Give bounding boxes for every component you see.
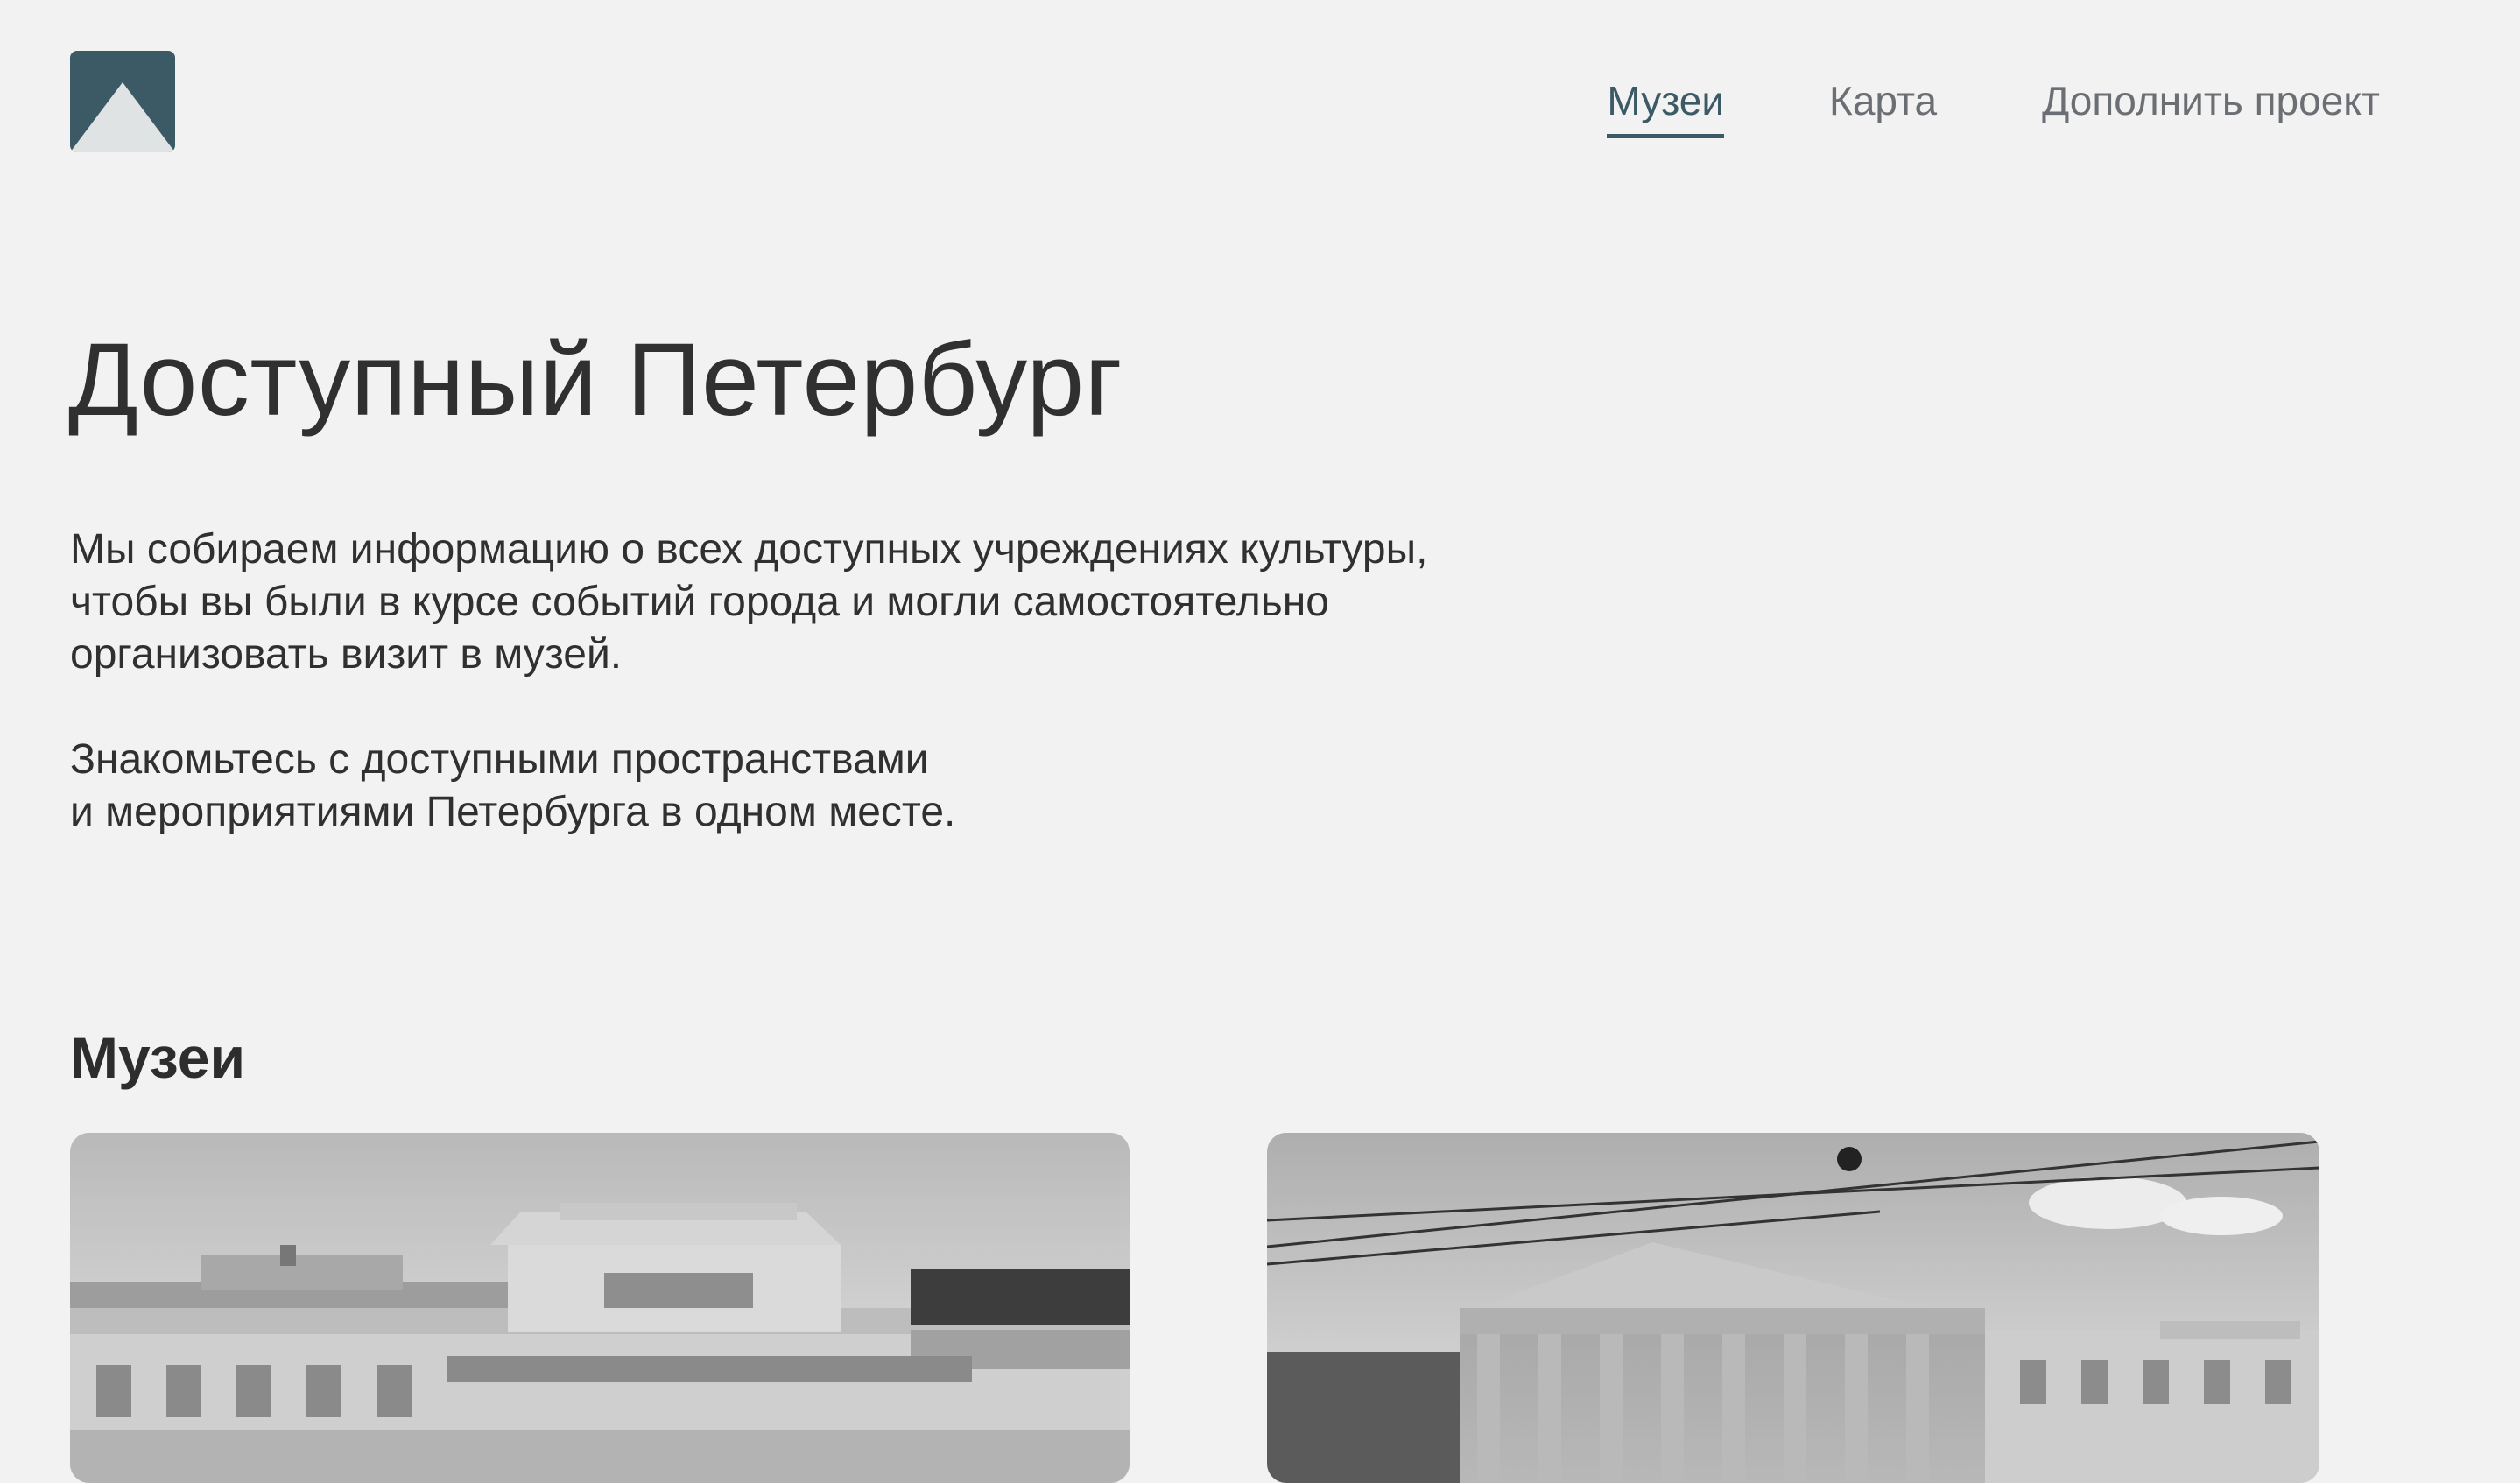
museum-photo-ethnographic-museum xyxy=(70,1133,1130,1483)
intro-paragraph-2: Знакомьтесь с доступными пространствами … xyxy=(70,736,956,835)
page-title: Доступный Петербург xyxy=(68,322,1123,438)
nav-link-map[interactable]: Карта xyxy=(1829,77,1937,138)
logo[interactable] xyxy=(70,51,175,152)
intro-text: Мы собираем информацию о всех доступных … xyxy=(70,524,1611,839)
main-nav: Музеи Карта Дополнить проект xyxy=(1607,77,2380,139)
intro-paragraph-1: Мы собираем информацию о всех доступных … xyxy=(70,526,1428,678)
museum-photo-manege xyxy=(1267,1133,2319,1483)
nav-link-museums[interactable]: Музеи xyxy=(1607,77,1725,139)
museums-section-title: Музеи xyxy=(70,1025,246,1090)
museum-card-2[interactable] xyxy=(1267,1133,2319,1483)
nav-link-contribute[interactable]: Дополнить проект xyxy=(2042,77,2380,138)
mountain-logo-icon xyxy=(70,51,175,152)
museum-card-1[interactable] xyxy=(70,1133,1130,1483)
